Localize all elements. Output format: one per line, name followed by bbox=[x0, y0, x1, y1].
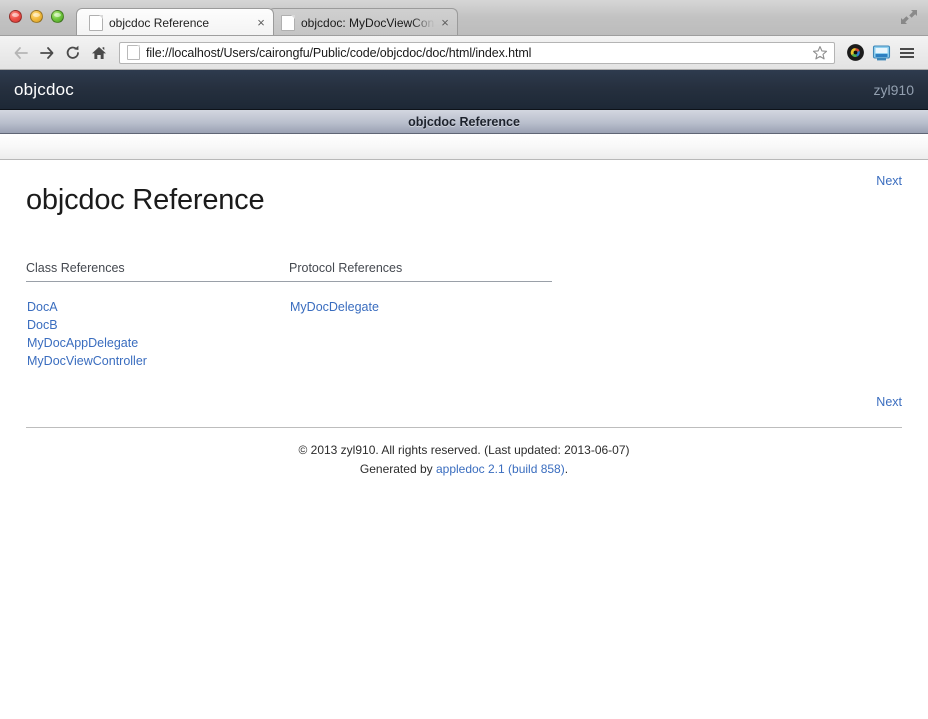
site-brand: objcdoc bbox=[14, 79, 74, 99]
hamburger-menu-icon bbox=[900, 47, 914, 58]
tab-objcdoc-mydocviewcontroller[interactable]: objcdoc: MyDocViewContr × bbox=[268, 8, 458, 35]
page-toolbar-strip bbox=[0, 134, 928, 160]
site-header: objcdoc zyl910 bbox=[0, 70, 928, 110]
forward-arrow-icon bbox=[40, 46, 54, 59]
back-button[interactable] bbox=[8, 41, 34, 65]
browser-titlebar: objcdoc Reference × objcdoc: MyDocViewCo… bbox=[0, 0, 928, 36]
appledoc-link[interactable]: appledoc 2.1 (build 858) bbox=[436, 462, 565, 476]
maximize-window-button[interactable] bbox=[51, 10, 64, 23]
list-item: DocA bbox=[27, 298, 288, 316]
reload-button[interactable] bbox=[60, 41, 86, 65]
next-link-top[interactable]: Next bbox=[876, 174, 902, 188]
screenshot-icon[interactable] bbox=[868, 41, 894, 65]
close-window-button[interactable] bbox=[9, 10, 22, 23]
browser-toolbar: file://localhost/Users/cairongfu/Public/… bbox=[0, 36, 928, 70]
tab-objcdoc-reference[interactable]: objcdoc Reference × bbox=[76, 8, 274, 35]
protocol-references-cell: MyDocDelegate bbox=[289, 282, 552, 372]
list-item: MyDocViewController bbox=[27, 352, 288, 370]
table-row: DocA DocB MyDocAppDelegate MyDocViewCont… bbox=[26, 282, 552, 372]
class-references-list: DocA DocB MyDocAppDelegate MyDocViewCont… bbox=[27, 298, 288, 370]
references-table: Class References Protocol References Doc… bbox=[26, 261, 552, 371]
page-title: objcdoc Reference bbox=[26, 184, 265, 216]
chrome-menu-button[interactable] bbox=[894, 41, 920, 65]
footer-copyright: © 2013 zyl910. All rights reserved. (Las… bbox=[298, 443, 630, 457]
reload-icon bbox=[66, 45, 79, 59]
protocol-references-list: MyDocDelegate bbox=[290, 298, 551, 316]
forward-button[interactable] bbox=[34, 41, 60, 65]
browser-window: objcdoc Reference × objcdoc: MyDocViewCo… bbox=[0, 0, 928, 719]
bookmark-star-icon[interactable] bbox=[810, 43, 830, 63]
table-header-row: Class References Protocol References bbox=[26, 261, 552, 282]
class-references-cell: DocA DocB MyDocAppDelegate MyDocViewCont… bbox=[26, 282, 289, 372]
address-bar[interactable]: file://localhost/Users/cairongfu/Public/… bbox=[119, 41, 835, 64]
home-icon bbox=[92, 46, 106, 59]
footer-generated-suffix: . bbox=[564, 462, 569, 476]
close-icon[interactable]: × bbox=[253, 15, 269, 31]
page-document-icon bbox=[89, 14, 103, 31]
link-doca[interactable]: DocA bbox=[27, 300, 58, 314]
page-viewport: objcdoc zyl910 objcdoc Reference Next ob… bbox=[0, 70, 928, 719]
link-mydocdelegate[interactable]: MyDocDelegate bbox=[290, 300, 379, 314]
bottom-navigation: Next bbox=[26, 395, 902, 417]
link-mydocappdelegate[interactable]: MyDocAppDelegate bbox=[27, 336, 138, 350]
column-header-class-references: Class References bbox=[26, 261, 289, 282]
tab-title: objcdoc Reference bbox=[109, 15, 210, 30]
close-icon[interactable]: × bbox=[437, 15, 453, 31]
link-mydocviewcontroller[interactable]: MyDocViewController bbox=[27, 354, 147, 368]
page-footer: © 2013 zyl910. All rights reserved. (Las… bbox=[26, 428, 902, 479]
fullscreen-icon[interactable] bbox=[898, 7, 920, 27]
footer-generated-prefix: Generated by bbox=[359, 462, 436, 476]
link-docb[interactable]: DocB bbox=[27, 318, 58, 332]
list-item: MyDocAppDelegate bbox=[27, 334, 288, 352]
window-controls bbox=[9, 10, 64, 23]
tab-title: objcdoc: MyDocViewContr bbox=[301, 15, 435, 30]
minimize-window-button[interactable] bbox=[30, 10, 43, 23]
page-document-icon bbox=[281, 14, 295, 31]
site-subheader: objcdoc Reference bbox=[0, 110, 928, 134]
next-link-bottom[interactable]: Next bbox=[876, 395, 902, 409]
site-username: zyl910 bbox=[873, 81, 914, 98]
page-document-icon bbox=[127, 45, 140, 60]
column-header-protocol-references: Protocol References bbox=[289, 261, 552, 282]
page-content: Next objcdoc Reference Class References … bbox=[0, 160, 928, 479]
footer-generated-by: Generated by appledoc 2.1 (build 858). bbox=[26, 460, 902, 479]
extension-icon[interactable] bbox=[842, 41, 868, 65]
list-item: MyDocDelegate bbox=[290, 298, 551, 316]
subheader-title: objcdoc Reference bbox=[408, 114, 520, 129]
home-button[interactable] bbox=[86, 41, 112, 65]
tab-strip: objcdoc Reference × objcdoc: MyDocViewCo… bbox=[76, 4, 458, 35]
back-arrow-icon bbox=[14, 46, 28, 59]
list-item: DocB bbox=[27, 316, 288, 334]
address-bar-text[interactable]: file://localhost/Users/cairongfu/Public/… bbox=[146, 46, 810, 60]
